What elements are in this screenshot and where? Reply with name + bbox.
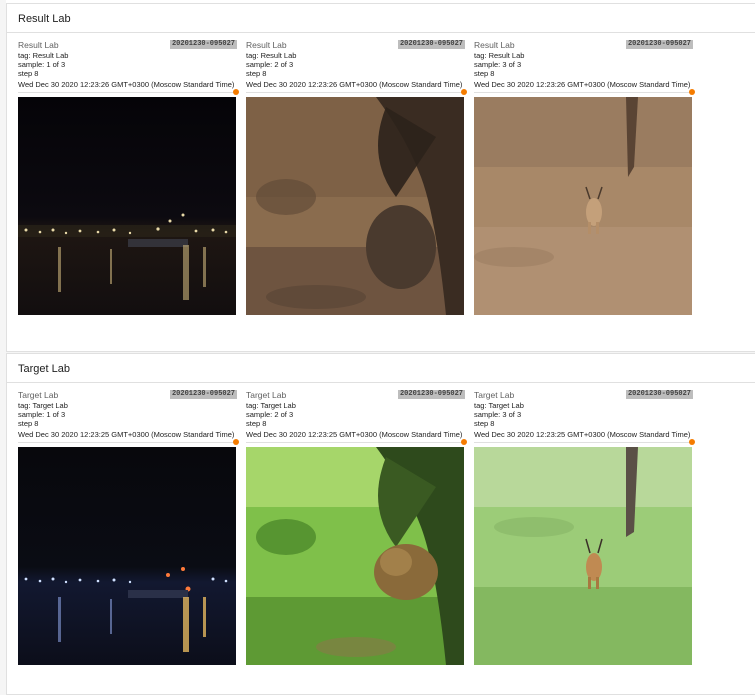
- slider-thumb[interactable]: [233, 89, 239, 95]
- card-title: Result Lab: [246, 40, 287, 50]
- section-body: Target Lab 20201230-095027 tag: Target L…: [6, 383, 755, 695]
- step-label: step 8: [18, 69, 39, 78]
- sample-image: [474, 447, 692, 665]
- slider-thumb[interactable]: [461, 89, 467, 95]
- sample-image: [18, 447, 236, 665]
- section-title: Result Lab: [18, 13, 71, 25]
- card-title: Target Lab: [246, 390, 287, 400]
- step-slider[interactable]: [246, 439, 467, 445]
- sample-label: sample: 3 of 3: [474, 410, 522, 419]
- timestamp: Wed Dec 30 2020 12:23:25 GMT+0300 (Mosco…: [474, 430, 691, 439]
- timestamp: Wed Dec 30 2020 12:23:26 GMT+0300 (Mosco…: [246, 80, 463, 89]
- step-label: step 8: [474, 69, 495, 78]
- tag-label: tag: Result Lab: [246, 51, 297, 60]
- sample-label: sample: 3 of 3: [474, 60, 522, 69]
- slider-track: [474, 442, 693, 443]
- slider-thumb[interactable]: [233, 439, 239, 445]
- run-badge: 20201230-095027: [625, 390, 693, 399]
- sample-image: [18, 97, 236, 315]
- tag-label: tag: Result Lab: [18, 51, 69, 60]
- card-title: Result Lab: [18, 40, 59, 50]
- tag-label: tag: Target Lab: [18, 401, 68, 410]
- section-header-result-lab[interactable]: Result Lab: [6, 3, 755, 33]
- tag-label: tag: Target Lab: [474, 401, 524, 410]
- step-slider[interactable]: [18, 89, 239, 95]
- tag-label: tag: Target Lab: [246, 401, 296, 410]
- run-badge: 20201230-095027: [169, 40, 237, 49]
- slider-track: [474, 92, 693, 93]
- impala-image: [474, 447, 692, 665]
- sample-image: [246, 447, 464, 665]
- lion-image: [246, 97, 464, 315]
- slider-thumb[interactable]: [461, 439, 467, 445]
- impala-image: [474, 97, 692, 315]
- step-label: step 8: [246, 419, 267, 428]
- slider-track: [18, 442, 237, 443]
- step-slider[interactable]: [246, 89, 467, 95]
- card-title: Result Lab: [474, 40, 515, 50]
- sample-image: [246, 97, 464, 315]
- tag-label: tag: Result Lab: [474, 51, 525, 60]
- timestamp: Wed Dec 30 2020 12:23:26 GMT+0300 (Mosco…: [18, 80, 235, 89]
- result-lab-section: Result Lab Result Lab 20201230-095027 ta…: [6, 0, 755, 352]
- step-slider[interactable]: [474, 89, 695, 95]
- timestamp: Wed Dec 30 2020 12:23:25 GMT+0300 (Mosco…: [18, 430, 235, 439]
- card-title: Target Lab: [18, 390, 59, 400]
- sample-label: sample: 2 of 3: [246, 410, 294, 419]
- section-header-target-lab[interactable]: Target Lab: [6, 353, 755, 383]
- step-label: step 8: [246, 69, 267, 78]
- night-harbor-image: [18, 447, 236, 665]
- step-slider[interactable]: [474, 439, 695, 445]
- target-lab-section: Target Lab Target Lab 20201230-095027 ta…: [6, 353, 755, 695]
- step-label: step 8: [474, 419, 495, 428]
- timestamp: Wed Dec 30 2020 12:23:26 GMT+0300 (Mosco…: [474, 80, 691, 89]
- slider-thumb[interactable]: [689, 439, 695, 445]
- slider-track: [18, 92, 237, 93]
- sample-label: sample: 1 of 3: [18, 410, 66, 419]
- sample-image: [474, 97, 692, 315]
- slider-track: [246, 442, 465, 443]
- lion-image: [246, 447, 464, 665]
- step-label: step 8: [18, 419, 39, 428]
- section-body: Result Lab 20201230-095027 tag: Result L…: [6, 33, 755, 352]
- card-title: Target Lab: [474, 390, 515, 400]
- run-badge: 20201230-095027: [169, 390, 237, 399]
- step-slider[interactable]: [18, 439, 239, 445]
- night-harbor-image: [18, 97, 236, 315]
- run-badge: 20201230-095027: [625, 40, 693, 49]
- slider-track: [246, 92, 465, 93]
- sample-label: sample: 1 of 3: [18, 60, 66, 69]
- section-title: Target Lab: [18, 363, 70, 375]
- run-badge: 20201230-095027: [397, 40, 465, 49]
- timestamp: Wed Dec 30 2020 12:23:25 GMT+0300 (Mosco…: [246, 430, 463, 439]
- sample-label: sample: 2 of 3: [246, 60, 294, 69]
- slider-thumb[interactable]: [689, 89, 695, 95]
- run-badge: 20201230-095027: [397, 390, 465, 399]
